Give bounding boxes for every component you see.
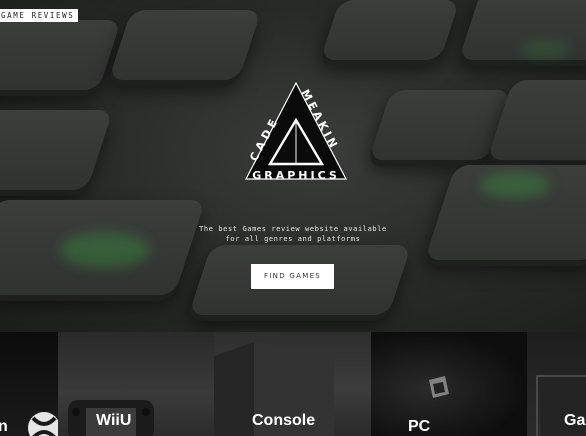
category-tile-xbox[interactable]: n [0, 332, 58, 436]
category-tile-pc[interactable]: PC [371, 332, 527, 436]
wiiu-gamepad-icon [68, 400, 154, 436]
pc-component-icon [429, 376, 449, 398]
category-strip: n WiiU Console PC Gar [0, 332, 586, 436]
xbox-icon [28, 412, 58, 436]
hero-tagline-line2: for all genres and platforms [225, 235, 361, 243]
category-label: WiiU [96, 412, 132, 429]
brand-tag: GAME REVIEWS [0, 9, 79, 22]
find-games-button[interactable]: FIND GAMES [251, 264, 334, 289]
category-tile-console[interactable]: Console [214, 332, 371, 436]
cade-meakin-logo: CADE MEAKIN GRAPHICS [245, 81, 347, 182]
category-label: n [0, 418, 8, 435]
category-label: Console [252, 412, 316, 429]
logo-bottom-text: GRAPHICS [252, 169, 340, 182]
category-label: Gar [564, 412, 586, 429]
category-tile-wiiu[interactable]: WiiU [58, 332, 214, 436]
hero-tagline-line1: The best Games review website available [199, 225, 387, 233]
hero-section: GAME REVIEWS CADE MEAKIN GRAPHICS The be… [0, 0, 586, 332]
category-label: PC [408, 418, 431, 435]
category-tile-games[interactable]: Gar [527, 332, 586, 436]
